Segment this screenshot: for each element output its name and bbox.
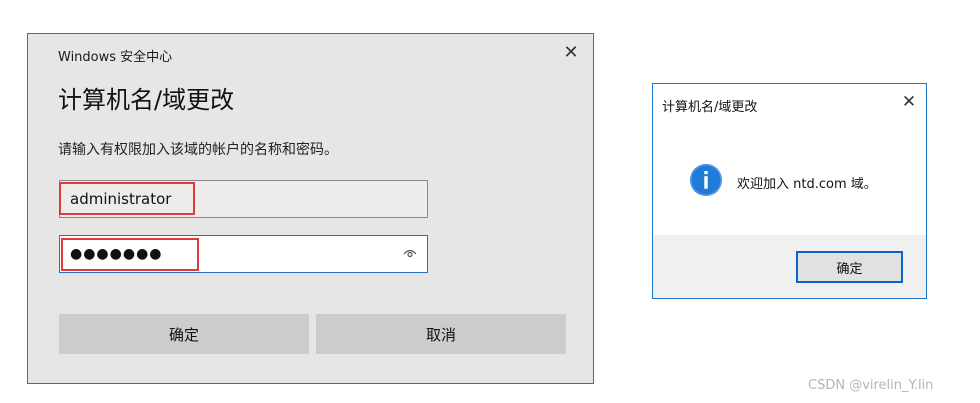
info-icon: [689, 163, 723, 197]
username-highlight-box: [59, 182, 195, 215]
password-highlight-box: [61, 238, 199, 271]
watermark-text: CSDN @virelin_Y.lin: [808, 378, 934, 393]
dialog-heading: 计算机名/域更改: [58, 86, 235, 114]
ok-button[interactable]: 确定: [59, 314, 309, 354]
ok-button[interactable]: 确定: [796, 251, 903, 283]
close-icon[interactable]: ✕: [560, 42, 582, 64]
dialog-window-title: 计算机名/域更改: [662, 100, 758, 115]
eye-icon[interactable]: [403, 246, 417, 260]
dialog-window-title: Windows 安全中心: [58, 50, 173, 65]
welcome-dialog: 计算机名/域更改 ✕ 欢迎加入 ntd.com 域。 确定: [652, 83, 927, 299]
welcome-message: 欢迎加入 ntd.com 域。: [737, 177, 877, 192]
credential-dialog: Windows 安全中心 ✕ 计算机名/域更改 请输入有权限加入该域的帐户的名称…: [27, 33, 594, 384]
dialog-footer: 确定: [653, 235, 926, 298]
close-icon[interactable]: ✕: [899, 92, 919, 112]
cancel-button[interactable]: 取消: [316, 314, 566, 354]
credential-prompt: 请输入有权限加入该域的帐户的名称和密码。: [58, 142, 338, 158]
